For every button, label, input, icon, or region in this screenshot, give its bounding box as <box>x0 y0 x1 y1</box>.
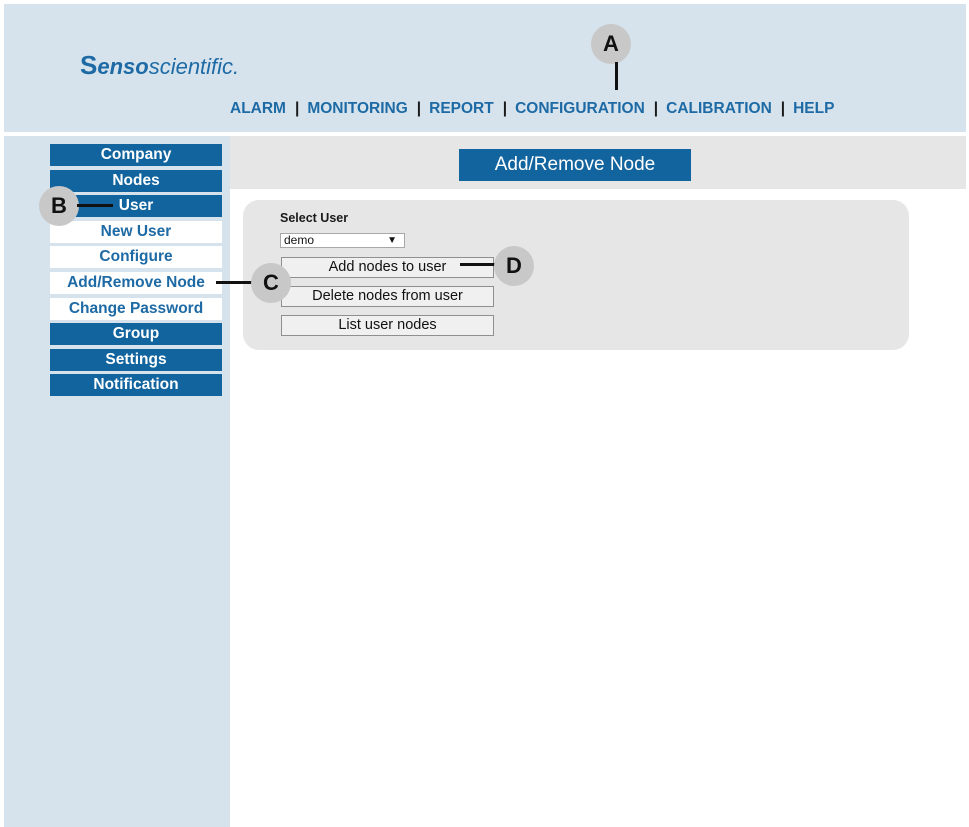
callout-a: A <box>591 24 631 64</box>
user-select[interactable]: demo ▼ <box>280 233 405 248</box>
page-title-bar: Add/Remove Node <box>230 136 966 189</box>
sidebar-item-add-remove-node[interactable]: Add/Remove Node <box>50 271 222 294</box>
nav-monitoring[interactable]: MONITORING <box>307 100 407 118</box>
sidebar-item-company[interactable]: Company <box>50 144 222 166</box>
brand-logo-mark: S <box>80 50 98 80</box>
delete-nodes-button[interactable]: Delete nodes from user <box>281 286 494 307</box>
add-nodes-button[interactable]: Add nodes to user <box>281 257 494 278</box>
header: Sensoscientific. ALARM | MONITORING | RE… <box>4 4 966 132</box>
nav-separator: | <box>416 100 422 117</box>
user-node-panel: Select User demo ▼ Add nodes to user Del… <box>243 200 909 350</box>
nav-separator: | <box>294 100 300 117</box>
sidebar-item-configure[interactable]: Configure <box>50 246 222 269</box>
sidebar-item-new-user[interactable]: New User <box>50 220 222 243</box>
sidebar-item-settings[interactable]: Settings <box>50 348 222 371</box>
nav-separator: | <box>653 100 659 117</box>
callout-c: C <box>251 263 291 303</box>
nav-alarm[interactable]: ALARM <box>230 100 286 118</box>
main-content: Add/Remove Node Select User demo ▼ Add n… <box>230 136 966 827</box>
list-nodes-button[interactable]: List user nodes <box>281 315 494 336</box>
callout-a-leader <box>615 62 618 90</box>
chevron-down-icon: ▼ <box>387 235 397 246</box>
nav-calibration[interactable]: CALIBRATION <box>666 100 772 118</box>
nav-separator: | <box>502 100 508 117</box>
brand-logo-bold: enso <box>97 54 149 79</box>
nav-report[interactable]: REPORT <box>429 100 494 118</box>
brand-logo-rest: scientific. <box>148 54 240 79</box>
sidebar-item-notification[interactable]: Notification <box>50 374 222 397</box>
brand-logo[interactable]: Sensoscientific. <box>80 50 239 81</box>
select-user-label: Select User <box>280 211 349 225</box>
page-title: Add/Remove Node <box>459 149 691 181</box>
sidebar: Company Nodes User New User Configure Ad… <box>50 144 222 400</box>
sidebar-item-change-password[interactable]: Change Password <box>50 297 222 320</box>
nav-configuration[interactable]: CONFIGURATION <box>515 100 645 118</box>
app-frame: Sensoscientific. ALARM | MONITORING | RE… <box>4 4 966 827</box>
nav-separator: | <box>780 100 786 117</box>
callout-b-leader <box>77 204 113 207</box>
user-select-value: demo <box>284 233 315 247</box>
sidebar-item-nodes[interactable]: Nodes <box>50 169 222 192</box>
sidebar-item-group[interactable]: Group <box>50 323 222 346</box>
callout-d: D <box>494 246 534 286</box>
main-nav: ALARM | MONITORING | REPORT | CONFIGURAT… <box>230 100 834 118</box>
callout-c-leader <box>216 281 252 284</box>
nav-help[interactable]: HELP <box>793 100 834 118</box>
callout-b: B <box>39 186 79 226</box>
